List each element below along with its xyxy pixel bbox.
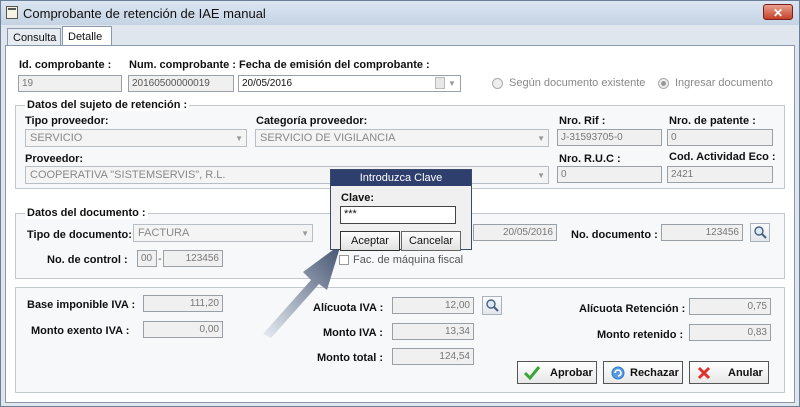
chevron-down-icon: ▼ (537, 134, 545, 143)
aceptar-button[interactable]: Aceptar (340, 231, 400, 251)
no-control-separator: - (158, 253, 162, 265)
id-comprobante-label: Id. comprobante : (19, 59, 112, 71)
tipo-documento-value: FACTURA (138, 227, 190, 239)
rechazar-button[interactable]: Rechazar (603, 361, 683, 384)
clave-input[interactable]: *** (340, 206, 456, 224)
anular-button[interactable]: Anular (689, 361, 769, 384)
monto-total-label: Monto total : (317, 352, 383, 364)
fecha-documento-field[interactable]: 20/05/2016 (473, 224, 557, 241)
tipo-proveedor-select[interactable]: SERVICIO ▼ (25, 129, 247, 147)
maquina-fiscal-label: Fac. de máquina fiscal (353, 254, 464, 266)
cod-actividad-field[interactable]: 2421 (667, 166, 773, 183)
tab-detalle[interactable]: Detalle (62, 26, 112, 46)
radio-ingresar-documento[interactable] (658, 78, 669, 89)
search-icon (754, 226, 767, 239)
fecha-emision-label: Fecha de emisión del comprobante : (239, 59, 430, 71)
rechazar-label: Rechazar (630, 367, 679, 379)
radio-segun-documento[interactable] (492, 78, 503, 89)
radio-ingresar-documento-label: Ingresar documento (675, 77, 773, 89)
cancelar-button[interactable]: Cancelar (401, 231, 461, 251)
num-comprobante-field[interactable]: 20160500000019 (128, 75, 234, 92)
monto-retenido-field[interactable]: 0,83 (689, 324, 771, 341)
sujeto-legend: Datos del sujeto de retención : (25, 99, 190, 111)
chevron-down-icon: ▼ (235, 134, 243, 143)
no-documento-field[interactable]: 123456 (661, 224, 743, 241)
aprobar-label: Aprobar (550, 367, 593, 379)
chevron-down-icon: ▼ (537, 171, 545, 180)
fecha-emision-value: 20/05/2016 (242, 78, 293, 89)
window-title: Comprobante de retención de IAE manual (23, 6, 266, 21)
categoria-proveedor-value: SERVICIO DE VIGILANCIA (260, 132, 396, 144)
nro-patente-field[interactable]: 0 (667, 129, 773, 146)
tipo-proveedor-value: SERVICIO (30, 132, 83, 144)
title-bar: Comprobante de retención de IAE manual ✕ (1, 1, 799, 25)
monto-total-field[interactable]: 124,54 (392, 348, 474, 365)
num-comprobante-label: Num. comprobante : (129, 59, 236, 71)
nro-patente-label: Nro. de patente : (669, 115, 756, 127)
no-control-prefix-field[interactable]: 00 (137, 250, 157, 267)
radio-segun-documento-label: Según documento existente (509, 77, 646, 89)
monto-exento-field[interactable]: 0,00 (143, 321, 223, 338)
proveedor-label: Proveedor: (25, 153, 84, 165)
base-imponible-field[interactable]: 111,20 (143, 295, 223, 312)
monto-retenido-label: Monto retenido : (597, 329, 684, 341)
tipo-proveedor-label: Tipo proveedor: (25, 115, 109, 127)
anular-label: Anular (728, 367, 763, 379)
alicuota-iva-field[interactable]: 12,00 (392, 297, 474, 314)
id-comprobante-field[interactable]: 19 (18, 75, 122, 92)
documento-legend: Datos del documento : (25, 207, 148, 219)
monto-exento-label: Monto exento IVA : (31, 325, 130, 337)
undo-icon (611, 366, 625, 380)
no-control-label: No. de control : (47, 254, 128, 266)
no-control-field[interactable]: 123456 (163, 250, 223, 267)
nro-ruc-field[interactable]: 0 (557, 166, 662, 183)
clave-dialog: Introduzca Clave Clave: *** Aceptar Canc… (330, 169, 472, 251)
document-icon (6, 6, 18, 19)
check-icon (523, 366, 541, 381)
alicuota-retencion-field[interactable]: 0,75 (689, 298, 771, 315)
cod-actividad-label: Cod. Actividad Eco : (669, 151, 776, 163)
categoria-proveedor-label: Categoría proveedor: (256, 115, 368, 127)
chevron-down-icon[interactable]: ▼ (448, 76, 456, 91)
search-icon (486, 299, 499, 312)
search-alicuota-button[interactable] (482, 296, 502, 315)
nro-rif-field[interactable]: J-31593705-0 (557, 129, 662, 146)
proveedor-value: COOPERATIVA "SISTEMSERVIS", R.L. (30, 169, 226, 181)
base-imponible-label: Base imponible IVA : (27, 299, 136, 311)
clave-label: Clave: (341, 192, 375, 204)
no-documento-label: No. documento : (571, 229, 658, 241)
calendar-icon[interactable] (435, 77, 445, 89)
tab-consulta[interactable]: Consulta (7, 28, 61, 46)
nro-rif-label: Nro. Rif : (559, 115, 606, 127)
dialog-title: Introduzca Clave (331, 170, 471, 186)
search-documento-button[interactable] (750, 223, 770, 242)
alicuota-retencion-label: Alícuota Retención : (579, 303, 686, 315)
x-icon (697, 366, 711, 380)
fecha-emision-field[interactable]: 20/05/2016 ▼ (238, 75, 461, 92)
aprobar-button[interactable]: Aprobar (517, 361, 597, 384)
nro-ruc-label: Nro. R.U.C : (559, 153, 621, 165)
close-button[interactable]: ✕ (763, 4, 793, 20)
tipo-documento-label: Tipo de documento: (27, 229, 132, 241)
monto-iva-field[interactable]: 13,34 (392, 323, 474, 340)
categoria-proveedor-select[interactable]: SERVICIO DE VIGILANCIA ▼ (255, 129, 549, 147)
